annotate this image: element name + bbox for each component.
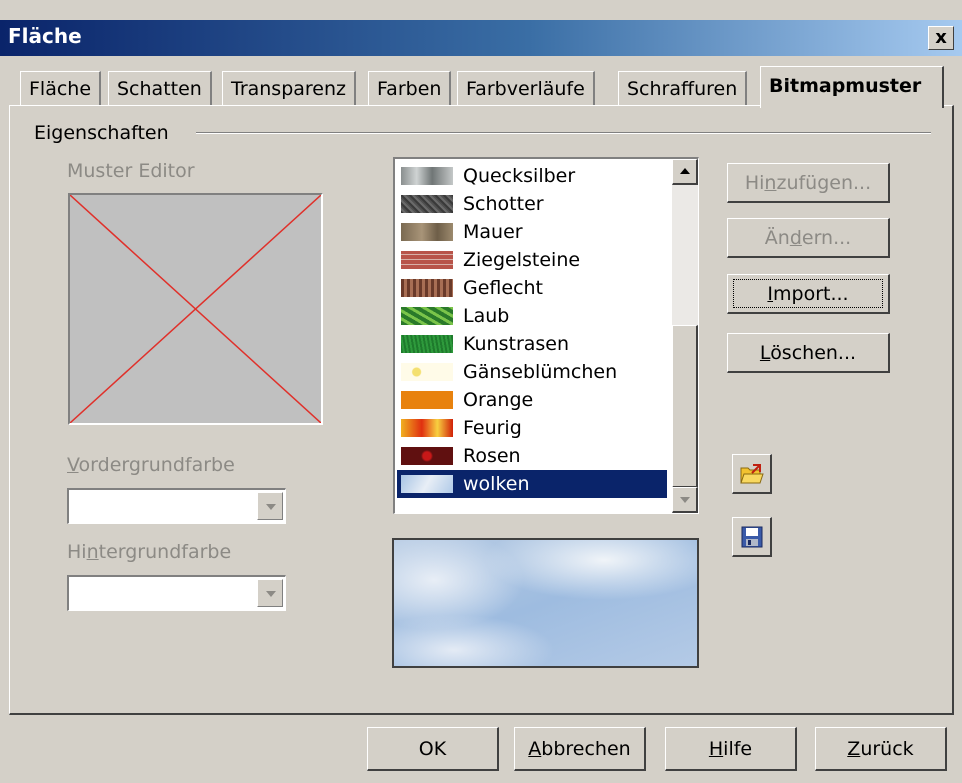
list-item[interactable]: Gänseblümchen <box>397 358 667 386</box>
schotter-swatch-icon <box>401 195 453 213</box>
close-button[interactable]: x <box>928 26 954 50</box>
bitmap-preview <box>392 538 699 668</box>
ziegelsteine-swatch-icon <box>401 251 453 269</box>
list-item[interactable]: Geflecht <box>397 274 667 302</box>
tab-schatten[interactable]: Schatten <box>108 71 212 105</box>
quecksilber-swatch-icon <box>401 167 453 185</box>
cross-icon <box>70 195 321 423</box>
background-color-select[interactable] <box>67 575 286 611</box>
kunstrasen-swatch-icon <box>401 335 453 353</box>
scroll-down-button[interactable] <box>672 487 698 513</box>
pattern-editor <box>68 193 323 425</box>
list-item[interactable]: Kunstrasen <box>397 330 667 358</box>
window-title: Fläche <box>8 24 82 48</box>
list-item[interactable]: Feurig <box>397 414 667 442</box>
tab-transparenz[interactable]: Transparenz <box>222 71 357 105</box>
import-button[interactable]: Import... <box>727 274 890 314</box>
load-button[interactable] <box>732 454 772 494</box>
title-bar: Fläche x <box>0 20 962 56</box>
geflecht-swatch-icon <box>401 279 453 297</box>
list-scrollbar[interactable] <box>672 159 698 513</box>
group-divider <box>196 132 931 134</box>
delete-button[interactable]: Löschen... <box>727 333 890 373</box>
chevron-down-icon <box>266 504 276 510</box>
tab-farben[interactable]: Farben <box>368 71 452 105</box>
gaenseblumchen-swatch-icon <box>401 363 453 381</box>
tab-schraffuren[interactable]: Schraffuren <box>618 71 748 105</box>
background-dropdown-button[interactable] <box>257 579 283 607</box>
muster-editor-label: Muster Editor <box>67 160 195 182</box>
list-item[interactable]: Mauer <box>397 218 667 246</box>
open-folder-icon <box>740 464 764 484</box>
wolken-swatch-icon <box>401 475 453 493</box>
laub-swatch-icon <box>401 307 453 325</box>
group-label-eigenschaften: Eigenschaften <box>34 122 169 144</box>
ok-button[interactable]: OK <box>367 727 499 771</box>
list-item[interactable]: Quecksilber <box>397 162 667 190</box>
scrollbar-thumb[interactable] <box>672 325 698 488</box>
list-item[interactable]: Orange <box>397 386 667 414</box>
tab-flaeche[interactable]: Fläche <box>20 71 102 105</box>
arrow-down-icon <box>680 497 690 503</box>
scroll-up-button[interactable] <box>672 159 698 185</box>
arrow-up-icon <box>680 168 690 174</box>
modify-button[interactable]: Ändern... <box>727 218 890 258</box>
cancel-button[interactable]: Abbrechen <box>514 727 646 771</box>
list-item[interactable]: Schotter <box>397 190 667 218</box>
reset-button[interactable]: Zurück <box>815 727 947 771</box>
rosen-swatch-icon <box>401 447 453 465</box>
foreground-dropdown-button[interactable] <box>257 492 283 520</box>
add-button[interactable]: Hinzufügen... <box>727 163 890 203</box>
list-item[interactable]: Rosen <box>397 442 667 470</box>
foreground-color-select[interactable] <box>67 488 286 524</box>
tab-farbverlaeufe[interactable]: Farbverläufe <box>457 71 595 105</box>
tab-bitmapmuster[interactable]: Bitmapmuster <box>760 66 944 108</box>
background-color-label: Hintergrundfarbe <box>67 541 232 563</box>
list-item[interactable]: wolken <box>397 470 667 498</box>
floppy-disk-icon <box>741 526 763 548</box>
focus-ring <box>733 279 883 308</box>
bitmap-list[interactable]: Quecksilber Schotter Mauer Ziegelsteine … <box>393 157 699 514</box>
feurig-swatch-icon <box>401 419 453 437</box>
save-button[interactable] <box>732 517 772 557</box>
help-button[interactable]: Hilfe <box>665 727 797 771</box>
mauer-swatch-icon <box>401 223 453 241</box>
orange-swatch-icon <box>401 391 453 409</box>
close-icon: x <box>935 27 947 48</box>
list-item[interactable]: Laub <box>397 302 667 330</box>
chevron-down-icon <box>266 591 276 597</box>
list-item[interactable]: Ziegelsteine <box>397 246 667 274</box>
foreground-color-label: Vordergrundfarbe <box>67 454 235 476</box>
